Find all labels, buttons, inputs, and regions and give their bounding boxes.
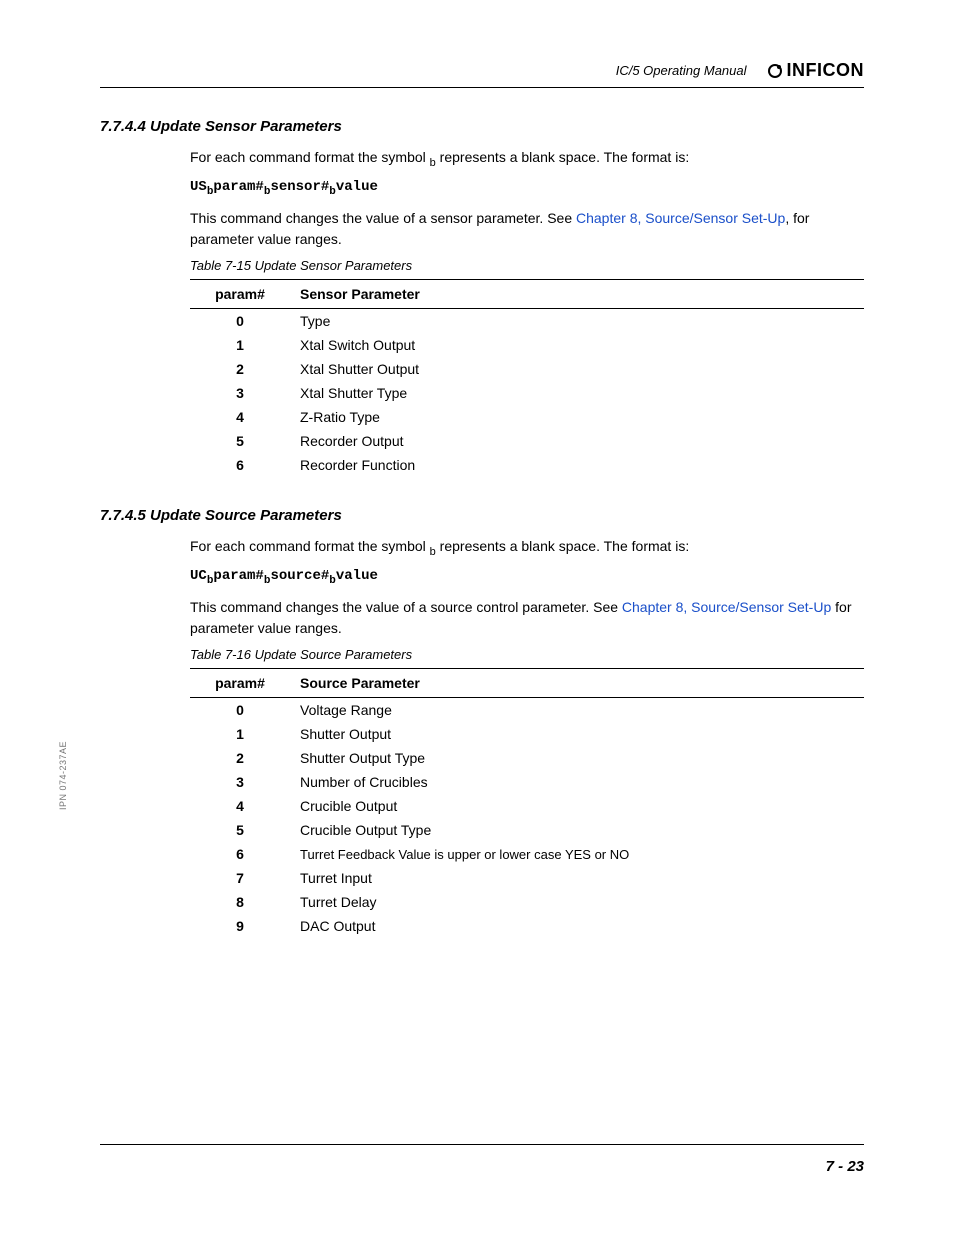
table-row: 7Turret Input — [190, 866, 864, 890]
manual-title: IC/5 Operating Manual — [616, 63, 747, 78]
command-format: USbparam#bsensor#bvalue — [190, 179, 864, 198]
sensor-params-table: param# Sensor Parameter 0Type 1Xtal Swit… — [190, 279, 864, 477]
col-header: param# — [190, 280, 290, 309]
col-header: Source Parameter — [290, 669, 864, 698]
table-row: 2Xtal Shutter Output — [190, 357, 864, 381]
page-number: 7 - 23 — [826, 1158, 864, 1175]
table-row: 6Turret Feedback Value is upper or lower… — [190, 842, 864, 866]
table-row: 0Voltage Range — [190, 698, 864, 723]
table-row: 5Recorder Output — [190, 429, 864, 453]
section-heading: 7.7.4.5 Update Source Parameters — [100, 507, 864, 524]
description-text: This command changes the value of a sour… — [190, 597, 864, 639]
table-caption: Table 7-16 Update Source Parameters — [190, 647, 864, 662]
footer-rule — [100, 1144, 864, 1145]
command-format: UCbparam#bsource#bvalue — [190, 568, 864, 587]
brand-name: INFICON — [787, 60, 865, 81]
table-row: 8Turret Delay — [190, 890, 864, 914]
section-update-sensor: 7.7.4.4 Update Sensor Parameters For eac… — [100, 118, 864, 477]
intro-text: For each command format the symbol b rep… — [190, 536, 864, 560]
table-row: 3Number of Crucibles — [190, 770, 864, 794]
intro-text: For each command format the symbol b rep… — [190, 147, 864, 171]
table-row: 0Type — [190, 309, 864, 334]
chapter8-link[interactable]: Chapter 8, Source/Sensor Set-Up — [576, 210, 785, 226]
col-header: Sensor Parameter — [290, 280, 864, 309]
brand-logo: INFICON — [767, 60, 865, 81]
table-row: 2Shutter Output Type — [190, 746, 864, 770]
table-row: 1Xtal Switch Output — [190, 333, 864, 357]
side-label: IPN 074-237AE — [58, 741, 68, 810]
source-params-table: param# Source Parameter 0Voltage Range 1… — [190, 668, 864, 938]
section-heading: 7.7.4.4 Update Sensor Parameters — [100, 118, 864, 135]
table-row: 4Crucible Output — [190, 794, 864, 818]
table-row: 9DAC Output — [190, 914, 864, 938]
table-row: 5Crucible Output Type — [190, 818, 864, 842]
col-header: param# — [190, 669, 290, 698]
table-caption: Table 7-15 Update Sensor Parameters — [190, 258, 864, 273]
chapter8-link[interactable]: Chapter 8, Source/Sensor Set-Up — [622, 599, 831, 615]
table-row: 1Shutter Output — [190, 722, 864, 746]
description-text: This command changes the value of a sens… — [190, 208, 864, 250]
table-row: 4Z-Ratio Type — [190, 405, 864, 429]
inficon-icon — [767, 63, 783, 79]
table-row: 6Recorder Function — [190, 453, 864, 477]
section-update-source: 7.7.4.5 Update Source Parameters For eac… — [100, 507, 864, 938]
page-header: IC/5 Operating Manual INFICON — [100, 60, 864, 88]
table-row: 3Xtal Shutter Type — [190, 381, 864, 405]
